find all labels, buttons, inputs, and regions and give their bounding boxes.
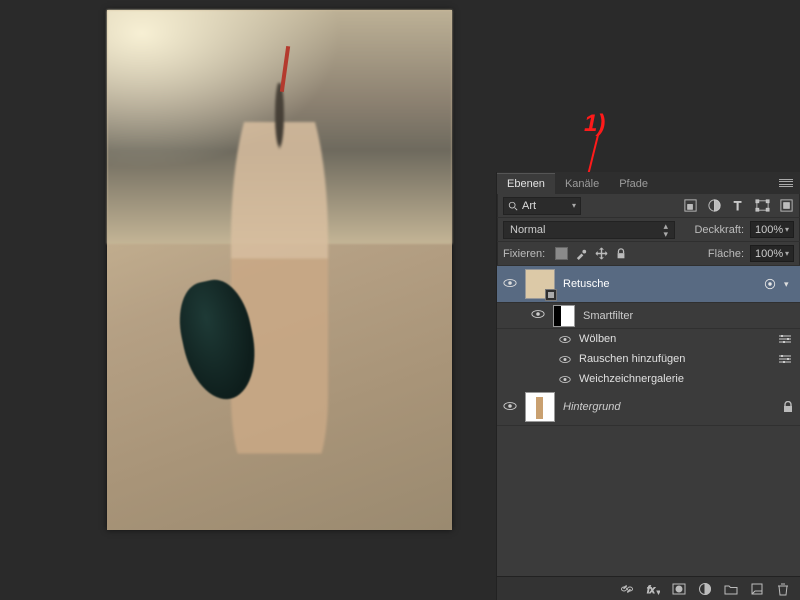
opacity-value: 100% [755, 224, 783, 236]
annotation-label: 1) [584, 110, 605, 138]
group-icon[interactable] [724, 582, 738, 596]
lock-label: Fixieren: [503, 248, 545, 260]
smartfilter-row[interactable]: Smartfilter [497, 303, 800, 329]
lock-transparent-icon[interactable] [555, 247, 568, 260]
eye-icon [531, 309, 545, 319]
layer-row-retusche[interactable]: Retusche ▾ [497, 266, 800, 303]
panel-menu-icon[interactable] [778, 175, 794, 191]
tab-channels[interactable]: Kanäle [555, 174, 609, 194]
filter-name: Rauschen hinzufügen [579, 353, 685, 365]
layers-list: Retusche ▾ Smartfilter Wölben Rauschen h… [497, 266, 800, 576]
filter-smartobject-icon[interactable] [779, 198, 794, 213]
filter-options-icon[interactable] [778, 354, 792, 364]
layer-thumbnail[interactable] [525, 269, 555, 299]
filter-type-icon[interactable]: T [731, 198, 746, 213]
filter-row[interactable]: Rauschen hinzufügen [497, 349, 800, 369]
visibility-toggle[interactable] [503, 278, 517, 291]
adjustment-layer-icon[interactable] [698, 582, 712, 596]
eye-icon [503, 401, 517, 411]
blend-mode-value: Normal [510, 224, 545, 236]
svg-text:T: T [734, 199, 742, 213]
panel-tabs: Ebenen Kanäle Pfade [497, 172, 800, 194]
svg-text:▾: ▾ [657, 590, 660, 596]
panel-bottom-bar: fx▾ [497, 576, 800, 600]
layer-mask-icon[interactable] [672, 582, 686, 596]
smartfilter-mask-thumbnail[interactable] [553, 305, 575, 327]
search-icon [508, 201, 518, 211]
filter-pixel-icon[interactable] [683, 198, 698, 213]
tab-paths[interactable]: Pfade [609, 174, 658, 194]
smartfilter-label: Smartfilter [583, 310, 633, 322]
fill-value: 100% [755, 248, 783, 260]
filter-name: Weichzeichnergalerie [579, 373, 684, 385]
tab-layers[interactable]: Ebenen [497, 173, 555, 194]
expand-toggle[interactable]: ▾ [784, 279, 794, 290]
opacity-label: Deckkraft: [694, 224, 744, 236]
lock-all-icon[interactable] [615, 248, 627, 260]
filter-row[interactable]: Wölben [497, 329, 800, 349]
filter-options-icon[interactable] [778, 334, 792, 344]
filter-adjustment-icon[interactable] [707, 198, 722, 213]
fill-field[interactable]: 100%▾ [750, 245, 794, 262]
link-layers-icon[interactable] [620, 582, 634, 596]
blend-opacity-row: Normal ▴▾ Deckkraft: 100%▾ [497, 218, 800, 242]
filter-link-icon[interactable] [764, 278, 776, 290]
layer-name[interactable]: Retusche [563, 278, 756, 290]
opacity-field[interactable]: 100%▾ [750, 221, 794, 238]
layer-name[interactable]: Hintergrund [563, 401, 774, 413]
lock-image-icon[interactable] [575, 247, 588, 260]
svg-text:fx: fx [647, 585, 656, 596]
filter-row[interactable]: Weichzeichnergalerie [497, 369, 800, 389]
lock-fill-row: Fixieren: Fläche: 100%▾ [497, 242, 800, 266]
filter-kind-label: Art [522, 200, 536, 212]
lock-position-icon[interactable] [595, 247, 608, 260]
lock-icon [782, 401, 794, 413]
layer-row-hintergrund[interactable]: Hintergrund [497, 389, 800, 426]
filter-name: Wölben [579, 333, 616, 345]
visibility-toggle[interactable] [531, 309, 545, 322]
layer-style-icon[interactable]: fx▾ [646, 582, 660, 596]
smart-object-badge-icon [545, 289, 557, 301]
delete-layer-icon[interactable] [776, 582, 790, 596]
document-canvas[interactable] [107, 10, 452, 530]
eye-icon [503, 278, 517, 288]
visibility-toggle[interactable] [503, 401, 517, 414]
layers-panel: Ebenen Kanäle Pfade Art ▾ T Normal ▴▾ De… [496, 172, 800, 600]
eye-icon[interactable] [559, 355, 571, 364]
layer-filter-kind[interactable]: Art ▾ [503, 197, 581, 215]
eye-icon[interactable] [559, 375, 571, 384]
layer-filter-row: Art ▾ T [497, 194, 800, 218]
filter-shape-icon[interactable] [755, 198, 770, 213]
eye-icon[interactable] [559, 335, 571, 344]
new-layer-icon[interactable] [750, 582, 764, 596]
layer-thumbnail[interactable] [525, 392, 555, 422]
blend-mode-select[interactable]: Normal ▴▾ [503, 221, 675, 239]
fill-label: Fläche: [708, 248, 744, 260]
